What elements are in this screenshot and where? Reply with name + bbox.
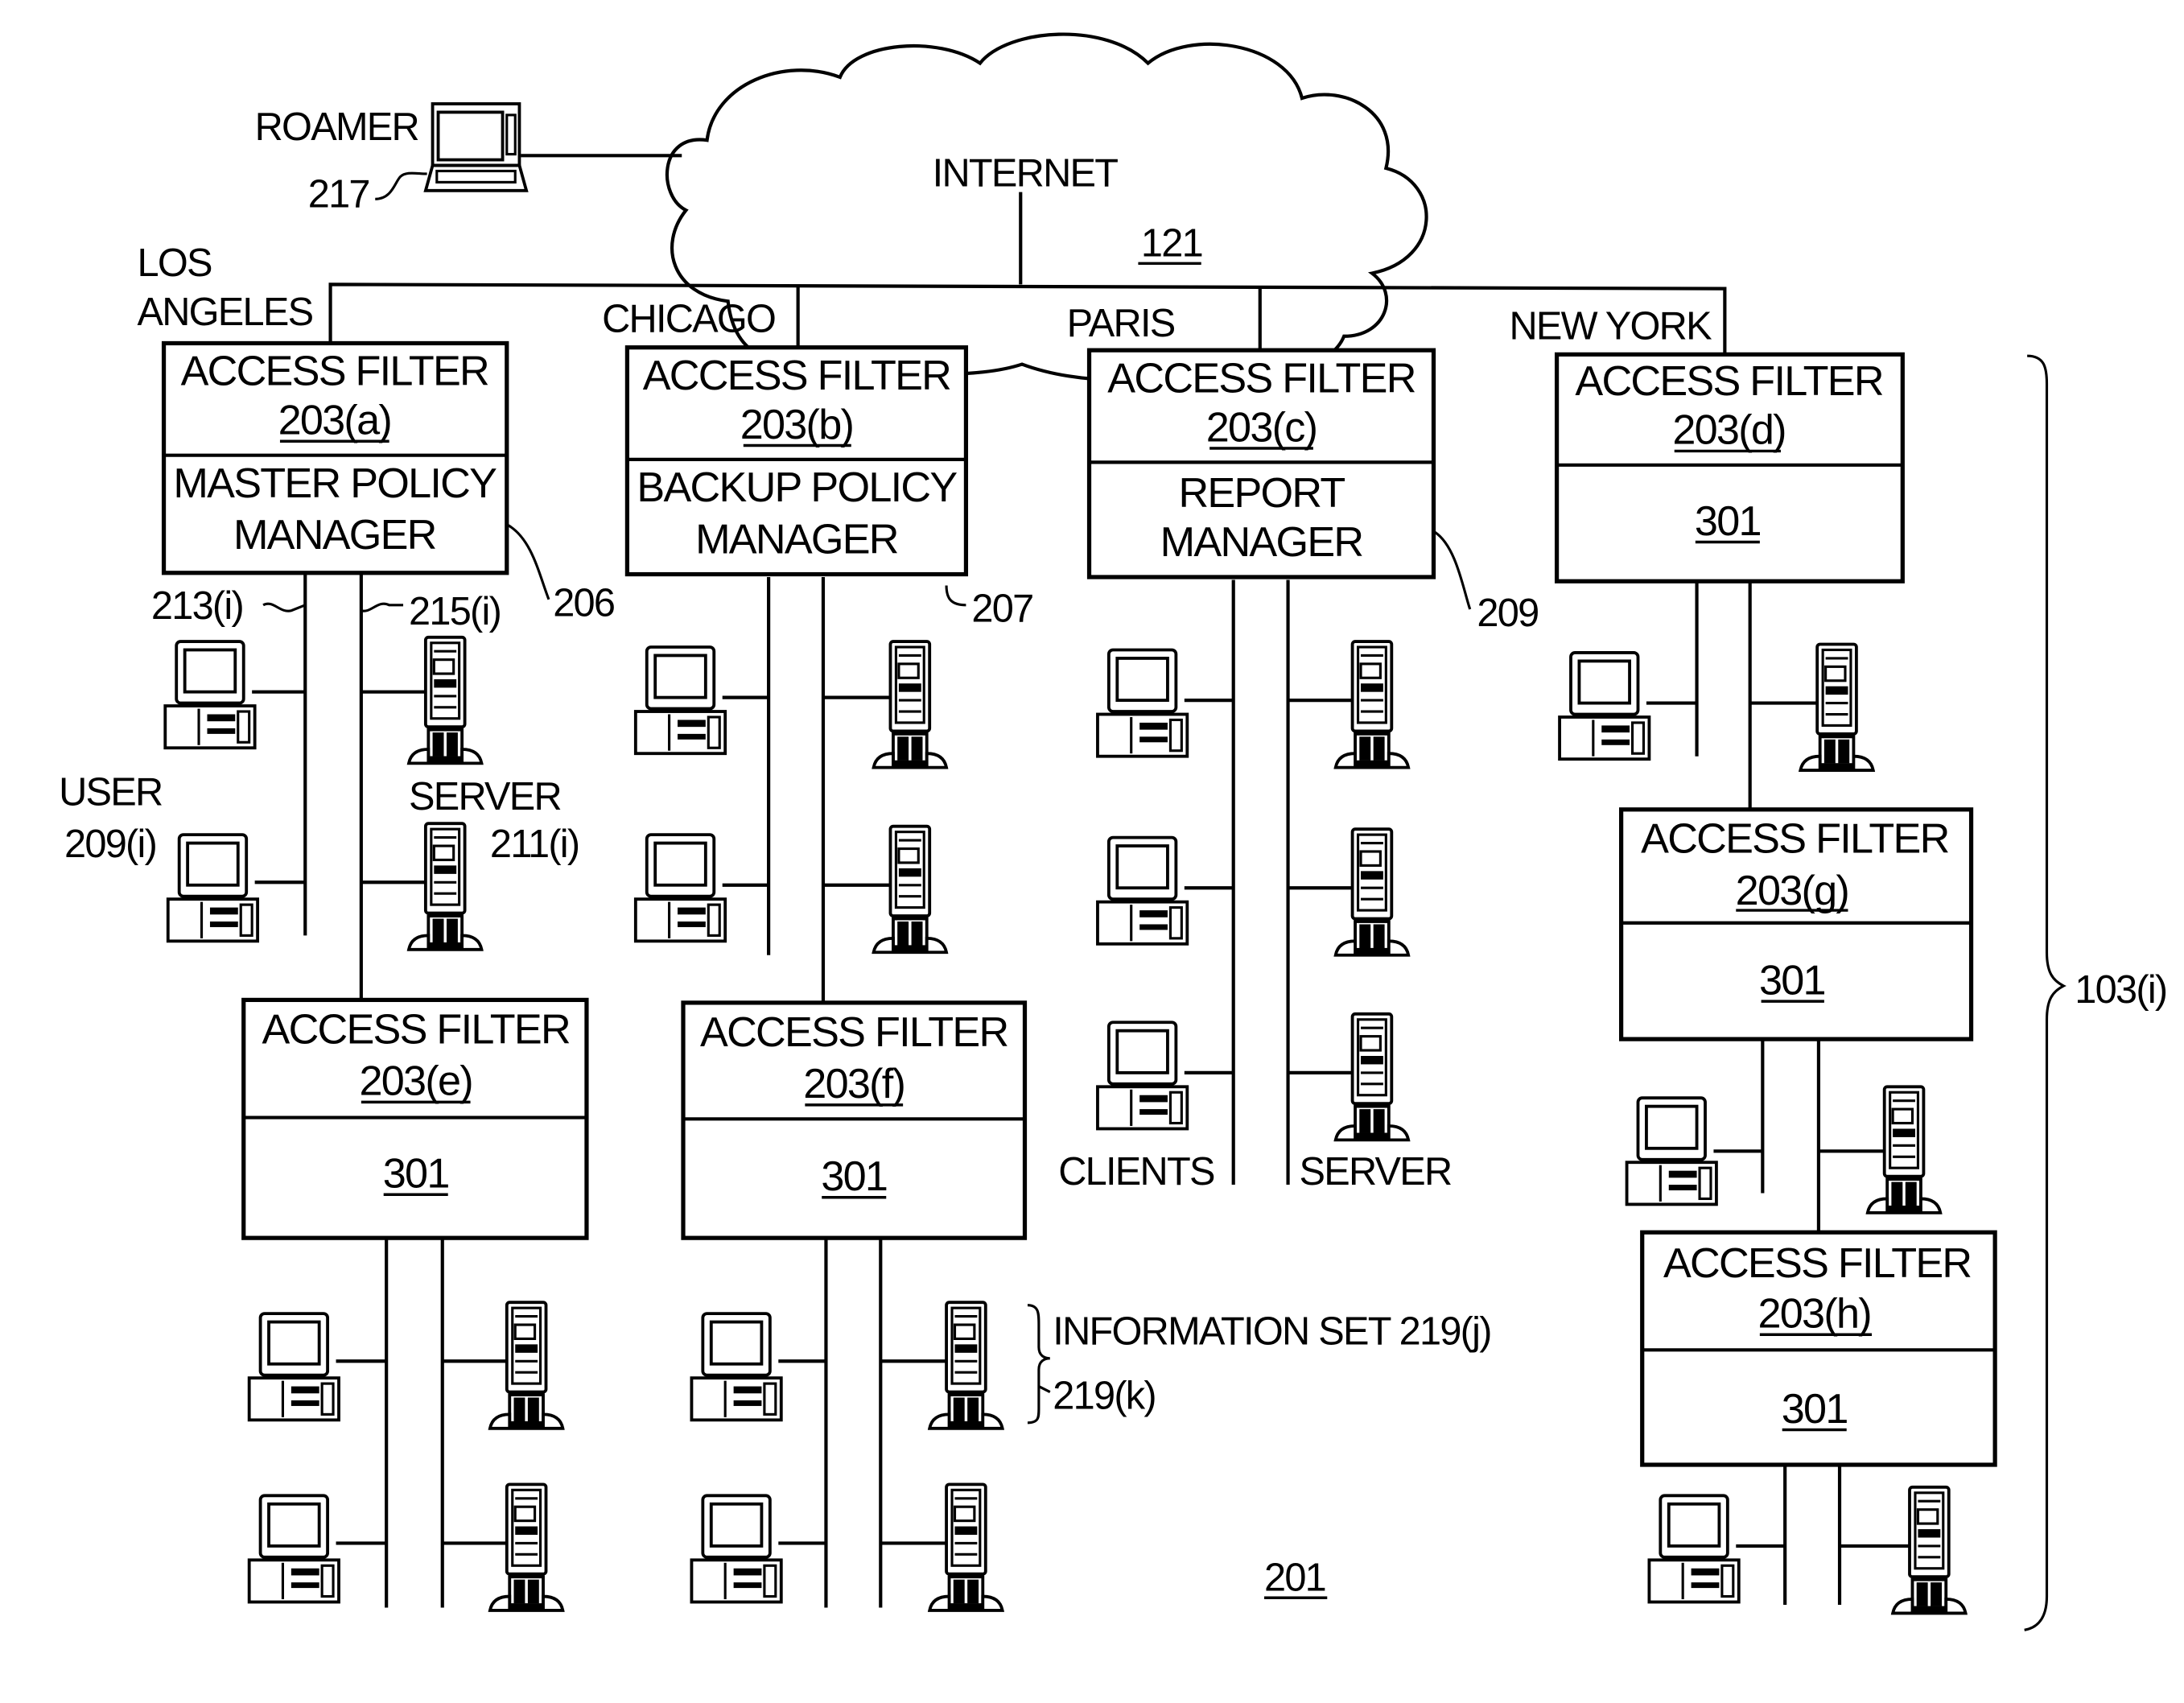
access-filter-203g: ACCESS FILTER 203(g) 301 — [1619, 807, 1974, 1041]
svg-text:203(c): 203(c) — [1206, 404, 1317, 451]
svg-text:203(d): 203(d) — [1672, 407, 1785, 454]
svg-text:MASTER POLICY: MASTER POLICY — [173, 460, 497, 507]
svg-text:MANAGER: MANAGER — [1160, 519, 1363, 566]
group-label: 103(i) — [2075, 968, 2166, 1012]
client-computer-icon — [1096, 648, 1189, 758]
site-label-new-york: NEW YORK — [1509, 304, 1712, 348]
server-icon — [928, 1482, 1004, 1612]
info-set-bracket — [1027, 1304, 1051, 1425]
client-computer-icon — [633, 645, 727, 756]
server-icon — [1891, 1485, 1968, 1615]
svg-text:ACCESS FILTER: ACCESS FILTER — [1663, 1240, 1971, 1287]
paris-server-label: SERVER — [1299, 1150, 1451, 1194]
internet-ref: 121 — [1141, 222, 1202, 266]
user-label: USER — [59, 771, 162, 814]
site-label-paris: PARIS — [1067, 302, 1175, 345]
roamer-laptop-icon — [423, 102, 529, 192]
server-icon — [1333, 640, 1411, 769]
site-label-los-angeles-2: ANGELES — [137, 291, 312, 334]
network-label-213: 213(i) — [151, 584, 243, 628]
server-label: SERVER — [409, 775, 561, 819]
svg-text:203(f): 203(f) — [803, 1061, 905, 1107]
callout-206: 206 — [553, 582, 614, 625]
client-computer-icon — [1625, 1096, 1718, 1206]
svg-text:203(b): 203(b) — [740, 402, 853, 448]
server-ref: 211(i) — [490, 823, 579, 866]
server-icon — [1333, 827, 1411, 957]
client-computer-icon — [1558, 651, 1651, 761]
svg-text:BACKUP POLICY: BACKUP POLICY — [637, 464, 957, 511]
access-filter-203h: ACCESS FILTER 203(h) 301 — [1640, 1230, 1997, 1467]
server-icon — [1333, 1012, 1411, 1142]
internet-label: INTERNET — [933, 152, 1119, 196]
svg-text:MANAGER: MANAGER — [695, 516, 898, 563]
svg-text:ACCESS FILTER: ACCESS FILTER — [1575, 358, 1882, 405]
client-computer-icon — [247, 1494, 340, 1604]
svg-text:MANAGER: MANAGER — [233, 512, 436, 559]
svg-text:203(a): 203(a) — [278, 398, 391, 444]
svg-text:ACCESS FILTER: ACCESS FILTER — [700, 1009, 1008, 1056]
access-filter-203b: ACCESS FILTER 203(b) BACKUP POLICY MANAG… — [624, 345, 969, 577]
access-filter-203f: ACCESS FILTER 203(f) 301 — [681, 1000, 1028, 1240]
server-icon — [407, 822, 484, 951]
client-computer-icon — [633, 833, 727, 943]
svg-text:301: 301 — [1695, 498, 1761, 545]
figure-number: 201 — [1264, 1557, 1325, 1600]
svg-text:301: 301 — [1782, 1386, 1848, 1433]
svg-text:ACCESS FILTER: ACCESS FILTER — [262, 1006, 570, 1053]
roamer-ref: 217 — [308, 173, 369, 216]
network-diagram: INTERNET 121 ROAMER 217 LOS ANGELES CHIC… — [59, 32, 2168, 1631]
access-filter-203d: ACCESS FILTER 203(d) 301 — [1554, 352, 1905, 583]
server-icon — [488, 1301, 565, 1430]
access-filter-203a: ACCESS FILTER 203(a) MASTER POLICY MANAG… — [161, 340, 509, 575]
client-computer-icon — [1096, 1021, 1189, 1131]
user-ref: 209(i) — [64, 823, 156, 866]
svg-text:301: 301 — [1759, 957, 1825, 1004]
server-icon — [872, 824, 948, 955]
client-computer-icon — [690, 1494, 783, 1604]
callout-209: 209 — [1477, 592, 1538, 635]
client-computer-icon — [247, 1312, 340, 1422]
client-computer-icon — [163, 640, 257, 750]
svg-text:ACCESS FILTER: ACCESS FILTER — [1641, 816, 1948, 863]
server-icon — [407, 635, 484, 765]
site-label-los-angeles-1: LOS — [137, 241, 211, 285]
client-computer-icon — [1647, 1494, 1741, 1604]
internet-cloud — [665, 32, 1428, 382]
server-icon — [872, 640, 948, 769]
svg-text:ACCESS FILTER: ACCESS FILTER — [181, 348, 488, 395]
clients-label: CLIENTS — [1058, 1150, 1214, 1194]
svg-text:203(e): 203(e) — [359, 1058, 472, 1105]
server-icon — [928, 1301, 1004, 1430]
svg-text:203(h): 203(h) — [1758, 1291, 1870, 1338]
callout-207: 207 — [971, 588, 1032, 631]
client-computer-icon — [166, 833, 260, 943]
svg-text:301: 301 — [383, 1151, 449, 1198]
access-filter-203c: ACCESS FILTER 203(c) REPORT MANAGER — [1086, 348, 1436, 579]
svg-text:ACCESS FILTER: ACCESS FILTER — [643, 353, 950, 399]
svg-text:REPORT: REPORT — [1178, 470, 1345, 517]
svg-text:ACCESS FILTER: ACCESS FILTER — [1107, 355, 1415, 402]
roamer-label: ROAMER — [255, 105, 418, 149]
client-computer-icon — [1096, 835, 1189, 946]
svg-text:301: 301 — [821, 1153, 887, 1200]
network-label-215: 215(i) — [409, 590, 501, 633]
site-label-chicago: CHICAGO — [602, 298, 775, 341]
server-icon — [1799, 642, 1875, 773]
client-computer-icon — [690, 1312, 783, 1422]
svg-text:203(g): 203(g) — [1736, 868, 1848, 914]
info-set-label: INFORMATION SET 219(j) — [1053, 1309, 1490, 1353]
info-set-k-label: 219(k) — [1053, 1374, 1156, 1417]
group-bracket — [2024, 354, 2067, 1631]
access-filter-203e: ACCESS FILTER 203(e) 301 — [241, 997, 589, 1240]
server-icon — [488, 1482, 565, 1612]
